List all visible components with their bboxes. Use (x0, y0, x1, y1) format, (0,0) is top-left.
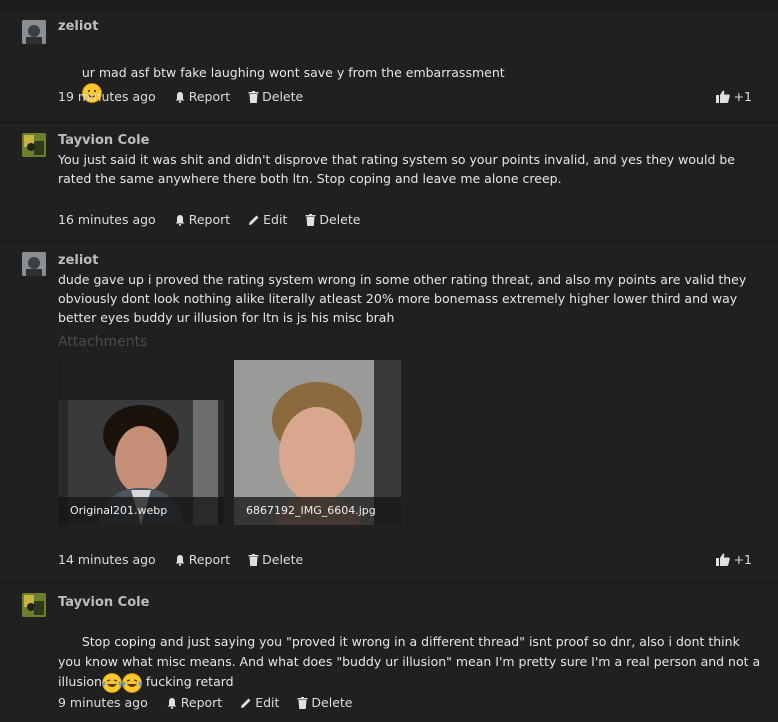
comment-thread: zeliot ur mad asf btw fake laughing wont… (0, 0, 778, 722)
delete-button[interactable]: Delete (305, 212, 360, 227)
trash-icon (248, 90, 259, 103)
edit-button[interactable]: Edit (248, 212, 287, 227)
author-name[interactable]: Tayvion Cole (58, 133, 149, 148)
delete-button[interactable]: Delete (248, 552, 303, 567)
attachments-label: Attachments (58, 334, 148, 350)
timestamp[interactable]: 9 minutes ago (58, 695, 148, 710)
author-name[interactable]: Tayvion Cole (58, 595, 149, 610)
thumbs-up-icon (715, 90, 730, 103)
comment: zeliot dude gave up i proved the rating … (0, 242, 778, 583)
pencil-icon (241, 698, 251, 708)
crying-laughing-emoji-icon (122, 672, 142, 693)
attachment-filename: 6867192_IMG_6604.jpg (234, 497, 401, 525)
attachment-thumbnail[interactable]: Original201.webp (58, 360, 224, 525)
avatar[interactable] (22, 20, 46, 44)
report-button[interactable]: Report (174, 89, 230, 104)
report-button[interactable]: Report (174, 552, 230, 567)
like-button[interactable]: +1 (715, 552, 752, 567)
timestamp[interactable]: 19 minutes ago (58, 89, 156, 104)
bell-icon (175, 554, 185, 566)
comment-text: dude gave up i proved the rating system … (58, 272, 751, 325)
crying-laughing-emoji-icon (102, 672, 122, 693)
attachment-thumbnail[interactable]: 6867192_IMG_6604.jpg (234, 360, 401, 525)
author-name[interactable]: zeliot (58, 19, 98, 34)
like-button[interactable]: +1 (715, 89, 752, 104)
trash-icon (297, 696, 308, 709)
delete-button[interactable]: Delete (297, 695, 352, 710)
bell-icon (175, 214, 185, 226)
report-button[interactable]: Report (174, 212, 230, 227)
comment-text: ur mad asf btw fake laughing wont save y… (58, 44, 758, 122)
thumbs-up-icon (715, 553, 730, 566)
trash-icon (305, 213, 316, 226)
avatar[interactable] (22, 252, 46, 276)
attachment-filename: Original201.webp (58, 497, 224, 525)
comment: Tayvion Cole Stop coping and just saying… (0, 583, 778, 722)
pencil-icon (249, 215, 259, 225)
comment-text: You just said it was shit and didn't dis… (58, 152, 739, 186)
edit-button[interactable]: Edit (240, 695, 279, 710)
report-button[interactable]: Report (166, 695, 222, 710)
timestamp[interactable]: 14 minutes ago (58, 552, 156, 567)
avatar[interactable] (22, 593, 46, 617)
trash-icon (248, 553, 259, 566)
author-name[interactable]: zeliot (58, 253, 98, 268)
comment: zeliot ur mad asf btw fake laughing wont… (0, 10, 778, 123)
avatar[interactable] (22, 133, 46, 157)
comment: Tayvion Cole You just said it was shit a… (0, 123, 778, 242)
bell-icon (167, 697, 177, 709)
delete-button[interactable]: Delete (248, 89, 303, 104)
timestamp[interactable]: 16 minutes ago (58, 212, 156, 227)
bell-icon (175, 91, 185, 103)
